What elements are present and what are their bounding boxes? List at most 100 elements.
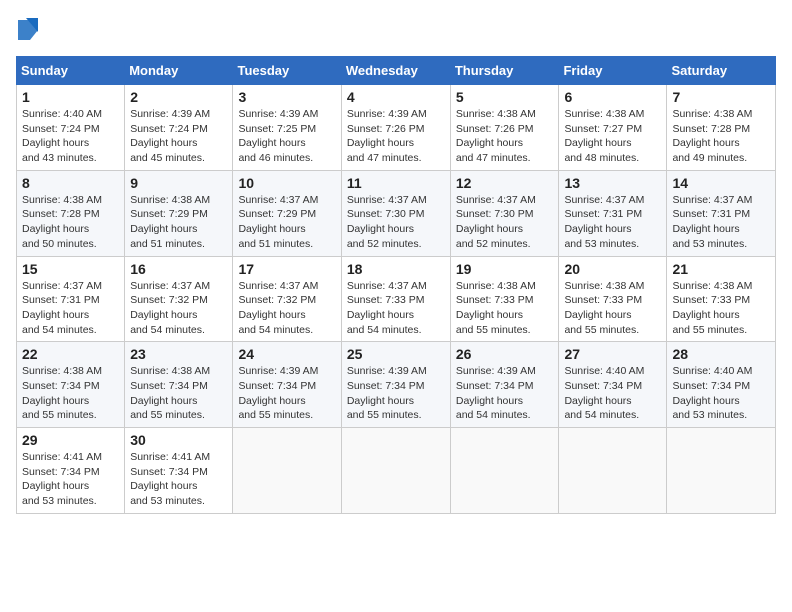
day-number: 22: [22, 346, 119, 362]
calendar-cell: [233, 428, 341, 514]
logo-icon: [16, 16, 40, 44]
calendar-cell: 4 Sunrise: 4:39 AMSunset: 7:26 PMDayligh…: [341, 85, 450, 171]
cell-info: Sunrise: 4:37 AMSunset: 7:32 PMDaylight …: [130, 280, 210, 336]
day-number: 11: [347, 175, 445, 191]
calendar-cell: 8 Sunrise: 4:38 AMSunset: 7:28 PMDayligh…: [17, 170, 125, 256]
calendar-header-friday: Friday: [559, 57, 667, 85]
calendar-cell: 24 Sunrise: 4:39 AMSunset: 7:34 PMDaylig…: [233, 342, 341, 428]
day-number: 15: [22, 261, 119, 277]
page-header: [16, 16, 776, 44]
calendar-cell: 3 Sunrise: 4:39 AMSunset: 7:25 PMDayligh…: [233, 85, 341, 171]
cell-info: Sunrise: 4:39 AMSunset: 7:24 PMDaylight …: [130, 108, 210, 164]
cell-info: Sunrise: 4:38 AMSunset: 7:28 PMDaylight …: [672, 108, 752, 164]
cell-info: Sunrise: 4:39 AMSunset: 7:34 PMDaylight …: [456, 365, 536, 421]
calendar-cell: 9 Sunrise: 4:38 AMSunset: 7:29 PMDayligh…: [125, 170, 233, 256]
day-number: 5: [456, 89, 554, 105]
cell-info: Sunrise: 4:37 AMSunset: 7:32 PMDaylight …: [238, 280, 318, 336]
cell-info: Sunrise: 4:40 AMSunset: 7:24 PMDaylight …: [22, 108, 102, 164]
cell-info: Sunrise: 4:38 AMSunset: 7:34 PMDaylight …: [130, 365, 210, 421]
calendar-cell: [559, 428, 667, 514]
calendar-cell: 13 Sunrise: 4:37 AMSunset: 7:31 PMDaylig…: [559, 170, 667, 256]
calendar-cell: 12 Sunrise: 4:37 AMSunset: 7:30 PMDaylig…: [450, 170, 559, 256]
cell-info: Sunrise: 4:41 AMSunset: 7:34 PMDaylight …: [22, 451, 102, 507]
day-number: 8: [22, 175, 119, 191]
day-number: 24: [238, 346, 335, 362]
day-number: 20: [564, 261, 661, 277]
cell-info: Sunrise: 4:39 AMSunset: 7:34 PMDaylight …: [347, 365, 427, 421]
cell-info: Sunrise: 4:41 AMSunset: 7:34 PMDaylight …: [130, 451, 210, 507]
calendar-header-monday: Monday: [125, 57, 233, 85]
calendar-header-wednesday: Wednesday: [341, 57, 450, 85]
day-number: 23: [130, 346, 227, 362]
day-number: 29: [22, 432, 119, 448]
calendar-header-tuesday: Tuesday: [233, 57, 341, 85]
day-number: 12: [456, 175, 554, 191]
cell-info: Sunrise: 4:37 AMSunset: 7:30 PMDaylight …: [456, 194, 536, 250]
day-number: 3: [238, 89, 335, 105]
day-number: 14: [672, 175, 770, 191]
calendar-cell: 18 Sunrise: 4:37 AMSunset: 7:33 PMDaylig…: [341, 256, 450, 342]
cell-info: Sunrise: 4:39 AMSunset: 7:34 PMDaylight …: [238, 365, 318, 421]
calendar-cell: [341, 428, 450, 514]
cell-info: Sunrise: 4:37 AMSunset: 7:31 PMDaylight …: [22, 280, 102, 336]
calendar-body: 1 Sunrise: 4:40 AMSunset: 7:24 PMDayligh…: [17, 85, 776, 514]
day-number: 10: [238, 175, 335, 191]
calendar-week-2: 8 Sunrise: 4:38 AMSunset: 7:28 PMDayligh…: [17, 170, 776, 256]
calendar-cell: 16 Sunrise: 4:37 AMSunset: 7:32 PMDaylig…: [125, 256, 233, 342]
day-number: 30: [130, 432, 227, 448]
cell-info: Sunrise: 4:38 AMSunset: 7:33 PMDaylight …: [564, 280, 644, 336]
calendar-cell: 30 Sunrise: 4:41 AMSunset: 7:34 PMDaylig…: [125, 428, 233, 514]
cell-info: Sunrise: 4:38 AMSunset: 7:33 PMDaylight …: [672, 280, 752, 336]
day-number: 9: [130, 175, 227, 191]
day-number: 13: [564, 175, 661, 191]
calendar-cell: 7 Sunrise: 4:38 AMSunset: 7:28 PMDayligh…: [667, 85, 776, 171]
calendar-cell: 2 Sunrise: 4:39 AMSunset: 7:24 PMDayligh…: [125, 85, 233, 171]
day-number: 1: [22, 89, 119, 105]
day-number: 4: [347, 89, 445, 105]
day-number: 28: [672, 346, 770, 362]
calendar-cell: [667, 428, 776, 514]
calendar-cell: 26 Sunrise: 4:39 AMSunset: 7:34 PMDaylig…: [450, 342, 559, 428]
calendar-cell: 22 Sunrise: 4:38 AMSunset: 7:34 PMDaylig…: [17, 342, 125, 428]
calendar-week-5: 29 Sunrise: 4:41 AMSunset: 7:34 PMDaylig…: [17, 428, 776, 514]
calendar-cell: 21 Sunrise: 4:38 AMSunset: 7:33 PMDaylig…: [667, 256, 776, 342]
calendar-cell: 28 Sunrise: 4:40 AMSunset: 7:34 PMDaylig…: [667, 342, 776, 428]
cell-info: Sunrise: 4:39 AMSunset: 7:26 PMDaylight …: [347, 108, 427, 164]
cell-info: Sunrise: 4:38 AMSunset: 7:27 PMDaylight …: [564, 108, 644, 164]
cell-info: Sunrise: 4:37 AMSunset: 7:29 PMDaylight …: [238, 194, 318, 250]
calendar-cell: 17 Sunrise: 4:37 AMSunset: 7:32 PMDaylig…: [233, 256, 341, 342]
day-number: 27: [564, 346, 661, 362]
calendar-header-sunday: Sunday: [17, 57, 125, 85]
cell-info: Sunrise: 4:37 AMSunset: 7:31 PMDaylight …: [564, 194, 644, 250]
calendar-cell: 6 Sunrise: 4:38 AMSunset: 7:27 PMDayligh…: [559, 85, 667, 171]
cell-info: Sunrise: 4:38 AMSunset: 7:26 PMDaylight …: [456, 108, 536, 164]
calendar-cell: 1 Sunrise: 4:40 AMSunset: 7:24 PMDayligh…: [17, 85, 125, 171]
cell-info: Sunrise: 4:37 AMSunset: 7:31 PMDaylight …: [672, 194, 752, 250]
day-number: 19: [456, 261, 554, 277]
calendar-cell: 29 Sunrise: 4:41 AMSunset: 7:34 PMDaylig…: [17, 428, 125, 514]
cell-info: Sunrise: 4:38 AMSunset: 7:33 PMDaylight …: [456, 280, 536, 336]
cell-info: Sunrise: 4:38 AMSunset: 7:29 PMDaylight …: [130, 194, 210, 250]
logo: [16, 16, 44, 44]
calendar-cell: 25 Sunrise: 4:39 AMSunset: 7:34 PMDaylig…: [341, 342, 450, 428]
day-number: 7: [672, 89, 770, 105]
day-number: 18: [347, 261, 445, 277]
cell-info: Sunrise: 4:40 AMSunset: 7:34 PMDaylight …: [672, 365, 752, 421]
cell-info: Sunrise: 4:38 AMSunset: 7:34 PMDaylight …: [22, 365, 102, 421]
day-number: 6: [564, 89, 661, 105]
calendar-cell: 23 Sunrise: 4:38 AMSunset: 7:34 PMDaylig…: [125, 342, 233, 428]
calendar-cell: 20 Sunrise: 4:38 AMSunset: 7:33 PMDaylig…: [559, 256, 667, 342]
calendar-cell: [450, 428, 559, 514]
day-number: 2: [130, 89, 227, 105]
cell-info: Sunrise: 4:40 AMSunset: 7:34 PMDaylight …: [564, 365, 644, 421]
day-number: 21: [672, 261, 770, 277]
day-number: 17: [238, 261, 335, 277]
calendar-cell: 14 Sunrise: 4:37 AMSunset: 7:31 PMDaylig…: [667, 170, 776, 256]
day-number: 25: [347, 346, 445, 362]
calendar-week-3: 15 Sunrise: 4:37 AMSunset: 7:31 PMDaylig…: [17, 256, 776, 342]
day-number: 26: [456, 346, 554, 362]
calendar-header-thursday: Thursday: [450, 57, 559, 85]
calendar-cell: 19 Sunrise: 4:38 AMSunset: 7:33 PMDaylig…: [450, 256, 559, 342]
day-number: 16: [130, 261, 227, 277]
calendar-week-4: 22 Sunrise: 4:38 AMSunset: 7:34 PMDaylig…: [17, 342, 776, 428]
